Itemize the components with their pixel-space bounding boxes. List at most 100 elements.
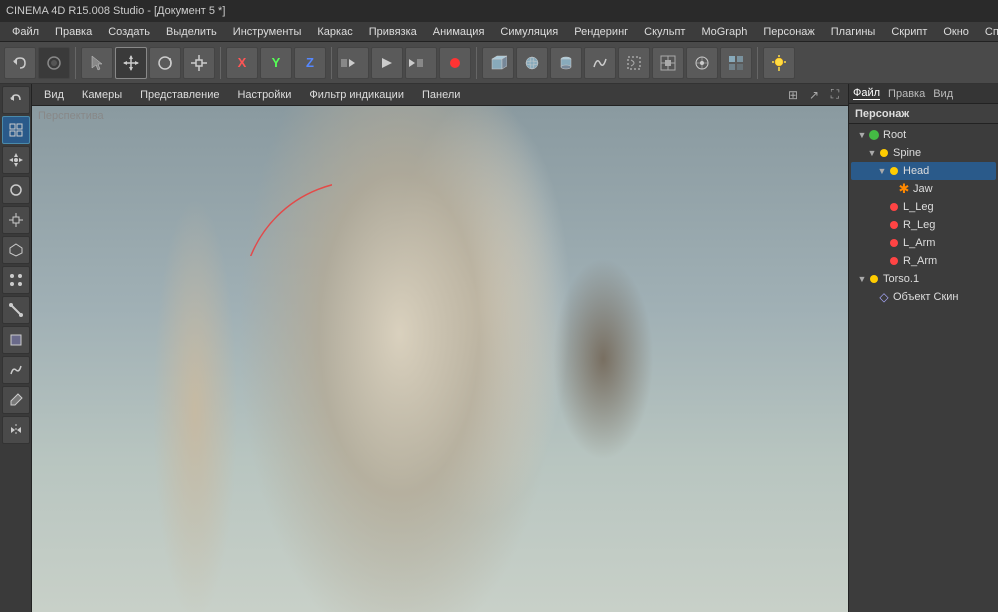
panel-title: Персонаж	[855, 108, 909, 120]
tree-icon-l-arm	[887, 236, 901, 250]
menu-select[interactable]: Выделить	[158, 24, 225, 40]
anim-record-button[interactable]	[439, 47, 471, 79]
tree-item-skin[interactable]: ◇ Объект Скин	[851, 288, 996, 306]
left-tool-scale[interactable]	[2, 206, 30, 234]
axis-z-button[interactable]: Z	[294, 47, 326, 79]
viewport[interactable]: Вид Камеры Представление Настройки Фильт…	[32, 84, 848, 612]
tree-arrow-spine[interactable]: ▼	[867, 148, 877, 158]
vp-icon-2[interactable]: ↗	[805, 86, 823, 104]
menu-mograph[interactable]: MoGraph	[693, 24, 755, 40]
tree-item-spine[interactable]: ▼ Spine	[851, 144, 996, 162]
tree-icon-root	[867, 128, 881, 142]
tree-icon-torso	[867, 272, 881, 286]
move-tool-button[interactable]	[115, 47, 147, 79]
vp-menu-panels[interactable]: Панели	[414, 87, 468, 103]
tree-label-l-arm: L_Arm	[903, 237, 935, 249]
left-tool-edge[interactable]	[2, 296, 30, 324]
tree-item-head[interactable]: ▼ Head	[851, 162, 996, 180]
anim-play-button[interactable]	[371, 47, 403, 79]
scale-tool-button[interactable]	[183, 47, 215, 79]
menu-create[interactable]: Создать	[100, 24, 158, 40]
menu-simulation[interactable]: Симуляция	[492, 24, 566, 40]
vp-icon-3[interactable]: ⛶	[826, 86, 844, 104]
menu-edit[interactable]: Правка	[47, 24, 100, 40]
anim-end-button[interactable]	[405, 47, 437, 79]
left-tool-rotate[interactable]	[2, 176, 30, 204]
main-toolbar: X Y Z	[0, 42, 998, 84]
shader-button[interactable]	[686, 47, 718, 79]
nurbs-button[interactable]	[584, 47, 616, 79]
rotate-tool-button[interactable]	[149, 47, 181, 79]
tree-label-jaw: Jaw	[913, 183, 933, 195]
light-button[interactable]	[763, 47, 795, 79]
tree-arrow-head[interactable]: ▼	[877, 166, 887, 176]
left-tool-undo[interactable]	[2, 86, 30, 114]
tree-arrow-root[interactable]: ▼	[857, 130, 867, 140]
left-tool-mirror[interactable]	[2, 416, 30, 444]
menu-render[interactable]: Рендеринг	[566, 24, 636, 40]
left-tool-sculpt[interactable]	[2, 356, 30, 384]
vp-menu-display[interactable]: Представление	[132, 87, 227, 103]
vp-menu-settings[interactable]: Настройки	[229, 87, 299, 103]
menu-file[interactable]: Файл	[4, 24, 47, 40]
viewport-perspective-label: Перспектива	[38, 110, 104, 122]
tree-label-l-leg: L_Leg	[903, 201, 934, 213]
menu-plugins[interactable]: Плагины	[823, 24, 884, 40]
menu-help[interactable]: Спр	[977, 24, 998, 40]
main-content: Вид Камеры Представление Настройки Фильт…	[0, 84, 998, 612]
menu-tools[interactable]: Инструменты	[225, 24, 310, 40]
left-tools-panel	[0, 84, 32, 612]
left-tool-polygon[interactable]	[2, 236, 30, 264]
left-tool-face[interactable]	[2, 326, 30, 354]
scene-tree: ▼ Root ▼ Spine ▼	[849, 124, 998, 612]
menu-script[interactable]: Скрипт	[883, 24, 935, 40]
tree-item-root[interactable]: ▼ Root	[851, 126, 996, 144]
menu-wireframe[interactable]: Каркас	[309, 24, 360, 40]
live-icon	[38, 47, 70, 79]
menu-snap[interactable]: Привязка	[361, 24, 425, 40]
left-tool-select[interactable]	[2, 116, 30, 144]
effector-button[interactable]	[652, 47, 684, 79]
title-bar: CINEMA 4D R15.008 Studio - [Документ 5 *…	[0, 0, 998, 22]
tree-label-root: Root	[883, 129, 906, 141]
vp-icon-1[interactable]: ⊞	[784, 86, 802, 104]
menu-animation[interactable]: Анимация	[425, 24, 493, 40]
tree-item-jaw[interactable]: ✱ Jaw	[851, 180, 996, 198]
cube-object-button[interactable]	[482, 47, 514, 79]
select-tool-button[interactable]	[81, 47, 113, 79]
grid-overlay	[32, 106, 332, 256]
app-title: CINEMA 4D R15.008 Studio - [Документ 5 *…	[6, 5, 225, 17]
rp-tab-edit[interactable]: Правка	[888, 88, 925, 100]
tree-item-r-leg[interactable]: R_Leg	[851, 216, 996, 234]
tree-label-spine: Spine	[893, 147, 921, 159]
axis-y-button[interactable]: Y	[260, 47, 292, 79]
anim-start-button[interactable]	[337, 47, 369, 79]
tree-icon-r-leg	[887, 218, 901, 232]
left-tool-points[interactable]	[2, 266, 30, 294]
left-tool-paint[interactable]	[2, 386, 30, 414]
menu-window[interactable]: Окно	[935, 24, 977, 40]
rp-tab-view[interactable]: Вид	[933, 88, 953, 100]
tree-item-torso[interactable]: ▼ Torso.1	[851, 270, 996, 288]
tree-item-l-arm[interactable]: L_Arm	[851, 234, 996, 252]
rp-tab-file[interactable]: Файл	[853, 87, 880, 100]
vp-menu-view[interactable]: Вид	[36, 87, 72, 103]
cylinder-button[interactable]	[550, 47, 582, 79]
left-tool-move[interactable]	[2, 146, 30, 174]
menu-character[interactable]: Персонаж	[755, 24, 822, 40]
mograph-button[interactable]	[720, 47, 752, 79]
sphere-object-button[interactable]	[516, 47, 548, 79]
menu-sculpt[interactable]: Скульпт	[636, 24, 693, 40]
vp-menu-filter[interactable]: Фильтр индикации	[301, 87, 412, 103]
undo-button[interactable]	[4, 47, 36, 79]
tree-label-torso: Torso.1	[883, 273, 919, 285]
tree-arrow-torso[interactable]: ▼	[857, 274, 867, 284]
tree-item-l-leg[interactable]: L_Leg	[851, 198, 996, 216]
vp-menu-cameras[interactable]: Камеры	[74, 87, 130, 103]
tree-label-r-leg: R_Leg	[903, 219, 935, 231]
tree-icon-skin: ◇	[877, 290, 891, 304]
deformer-button[interactable]	[618, 47, 650, 79]
axis-x-button[interactable]: X	[226, 47, 258, 79]
tree-icon-jaw: ✱	[897, 182, 911, 196]
tree-item-r-arm[interactable]: R_Arm	[851, 252, 996, 270]
